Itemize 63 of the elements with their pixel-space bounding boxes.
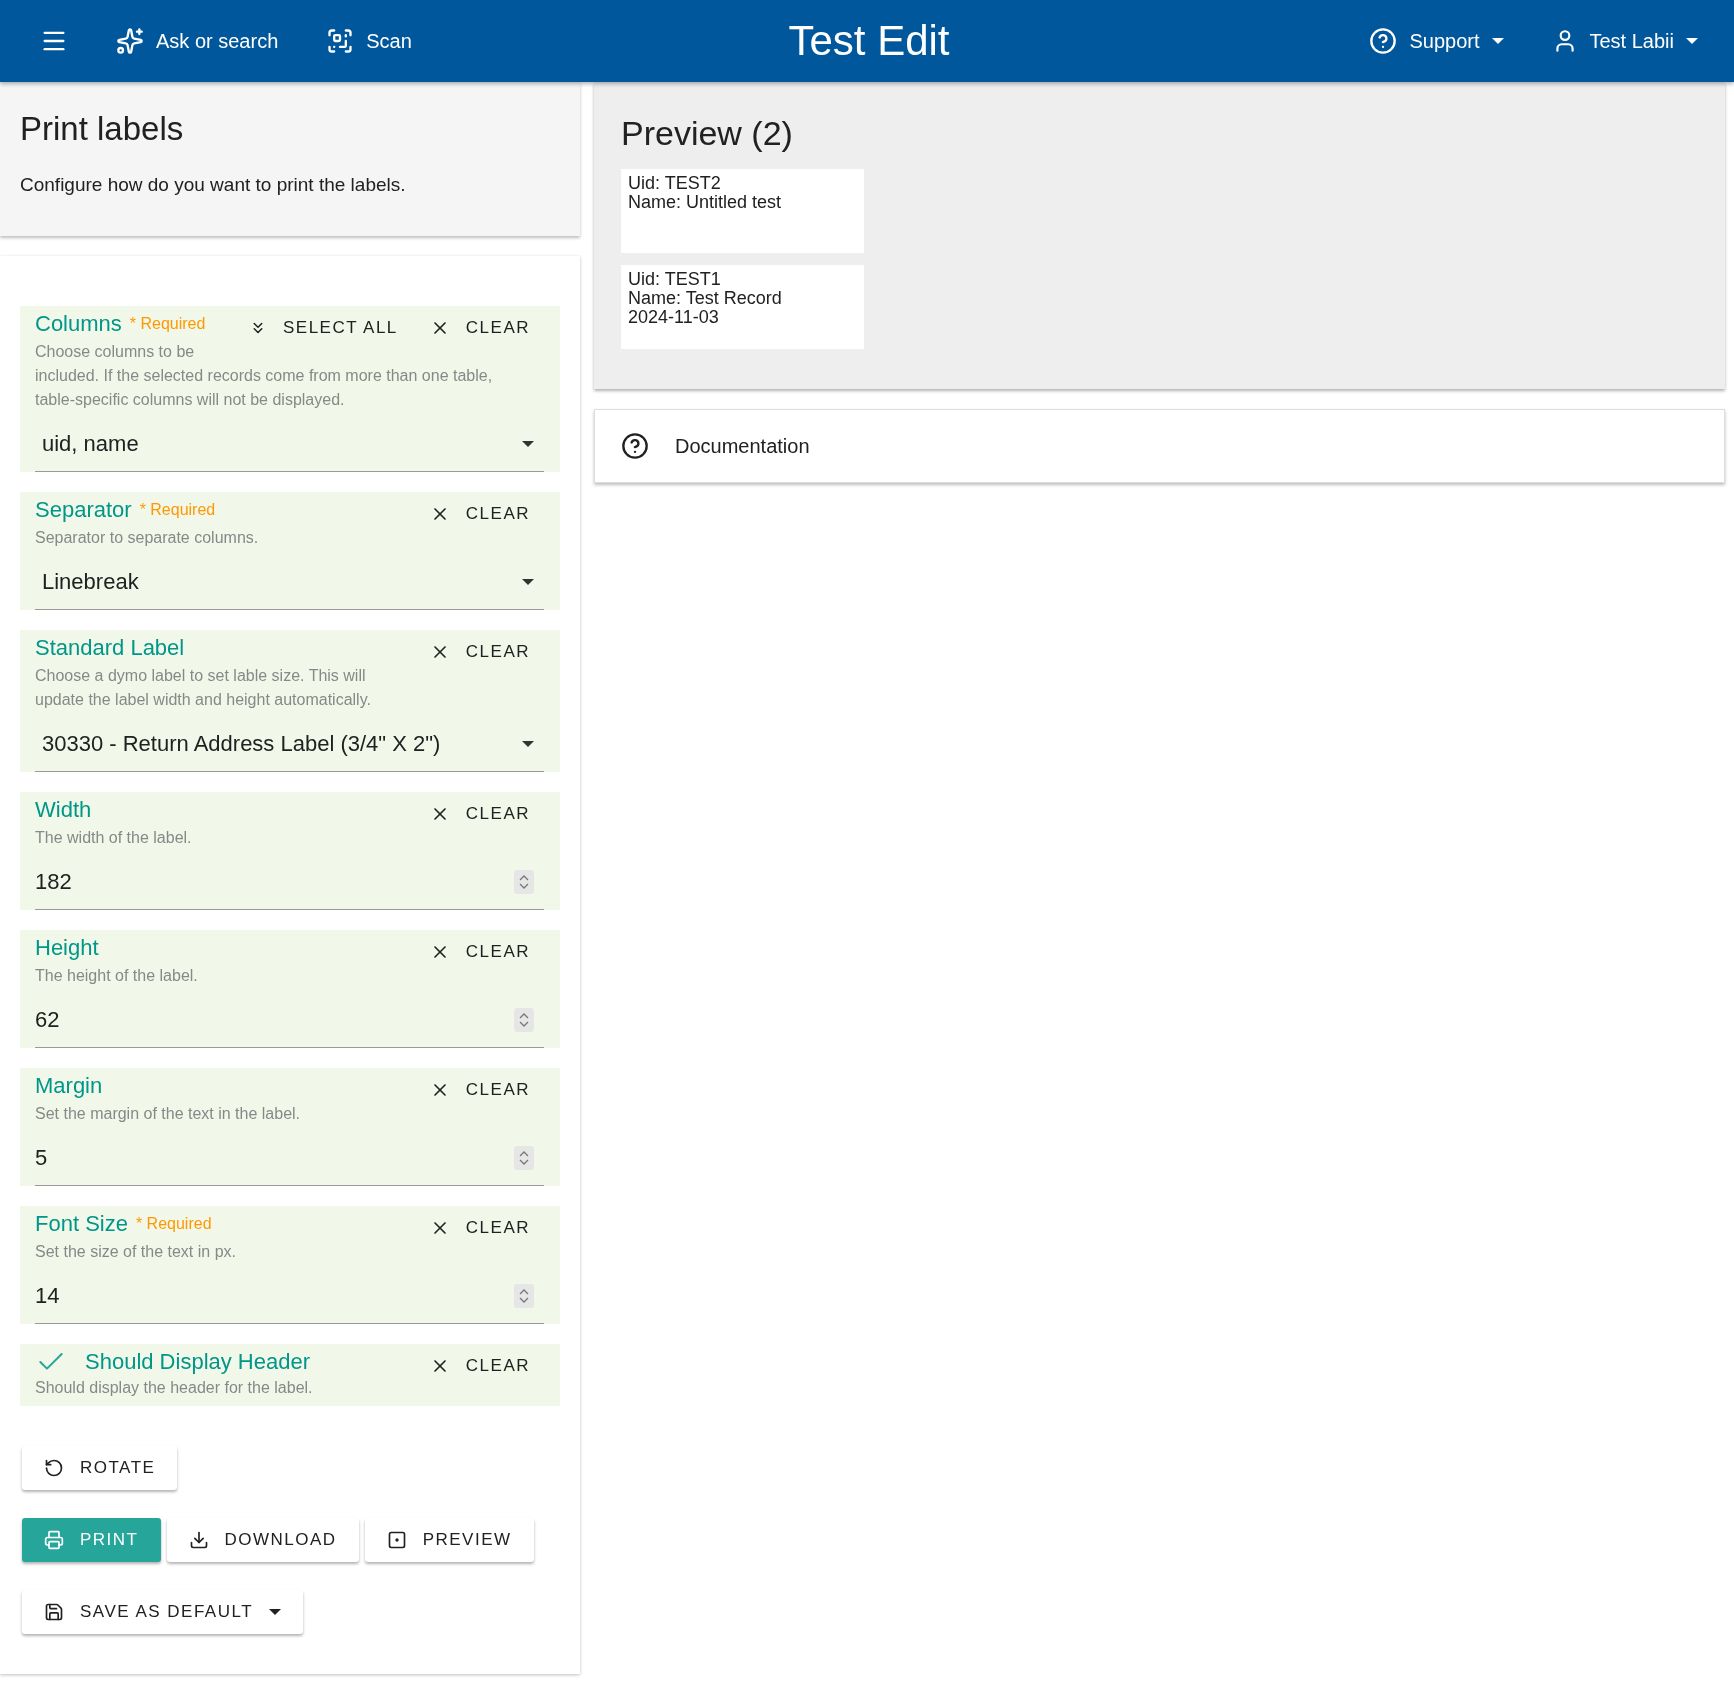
- select-field[interactable]: uid, name: [35, 416, 544, 472]
- clear-button[interactable]: CLEAR: [415, 634, 544, 670]
- support-menu[interactable]: Support: [1369, 27, 1504, 55]
- user-menu[interactable]: Test Labii: [1551, 28, 1698, 54]
- preview-title: Preview (2): [621, 114, 794, 153]
- nav-button[interactable]: Scan: [326, 27, 412, 55]
- spinner-icon: [514, 869, 534, 894]
- action-button[interactable]: SAVE AS DEFAULT: [22, 1590, 304, 1634]
- caret-icon: [1686, 38, 1698, 44]
- field-label: Margin: [35, 1073, 103, 1099]
- number-field[interactable]: 62: [35, 992, 544, 1048]
- section-title: Print labels: [20, 110, 185, 148]
- clear-button[interactable]: CLEAR: [415, 796, 544, 832]
- field-help: Choose a dymo label to set lable size. This will update the label width and height automatically.: [35, 666, 372, 710]
- dropdown-caret-icon: [522, 578, 534, 585]
- select-field[interactable]: 30330 - Return Address Label (3/4" X 2"): [35, 716, 544, 772]
- field-label: Separator: [35, 497, 132, 523]
- caret-icon: [1491, 38, 1504, 44]
- field-help: Set the size of the text in px.: [35, 1242, 237, 1262]
- select-field[interactable]: Linebreak: [35, 554, 544, 610]
- field-help: The height of the label.: [35, 966, 199, 986]
- number-field[interactable]: 14: [35, 1268, 544, 1324]
- field-help: Separator to separate columns.: [35, 528, 260, 548]
- clear-button[interactable]: CLEAR: [415, 934, 544, 970]
- number-field[interactable]: 182: [35, 854, 544, 910]
- required-note: * Required: [129, 315, 206, 333]
- rotate-icon: [44, 1458, 64, 1478]
- scan-icon: [326, 27, 355, 55]
- field-label: Columns: [35, 311, 122, 337]
- spinner-icon: [514, 1007, 534, 1032]
- action-button[interactable]: ROTATE: [22, 1446, 178, 1490]
- field-label: Width: [35, 797, 92, 823]
- clear-button[interactable]: CLEAR: [415, 1072, 544, 1108]
- help-icon: [621, 432, 649, 460]
- spinner-icon: [514, 1145, 534, 1170]
- clear-button[interactable]: CLEAR: [415, 1210, 544, 1246]
- field-label: Height: [35, 935, 99, 961]
- download-icon: [188, 1530, 209, 1550]
- action-button[interactable]: DOWNLOAD: [166, 1518, 359, 1562]
- required-note: * Required: [139, 501, 216, 519]
- spinner-icon: [514, 1283, 534, 1308]
- field-help: Should display the header for the label.: [35, 1378, 314, 1398]
- action-button[interactable]: PREVIEW: [364, 1518, 534, 1562]
- printer-icon: [44, 1530, 64, 1550]
- label-preview: Uid: TEST2 Name: Untitled test: [621, 169, 864, 253]
- section-subtitle: Configure how do you want to print the labels.: [20, 174, 407, 196]
- clear-button[interactable]: CLEAR: [415, 1348, 544, 1384]
- help-icon: [1369, 27, 1398, 55]
- page-title: Test Edit: [788, 17, 950, 65]
- field-label: Standard Label: [35, 635, 185, 661]
- sparkle-icon: [116, 27, 144, 55]
- documentation-link[interactable]: Documentation: [594, 409, 1725, 483]
- required-note: * Required: [135, 1215, 212, 1233]
- dropdown-caret-icon: [522, 440, 534, 447]
- field-help: Set the margin of the text in the label.: [35, 1104, 302, 1124]
- number-field[interactable]: 5: [35, 1130, 544, 1186]
- field-help: The width of the label.: [35, 828, 193, 848]
- field-label: Should Display Header: [85, 1349, 311, 1375]
- label-preview: Uid: TEST1 Name: Test Record 2024-11-03: [621, 265, 864, 349]
- nav-button[interactable]: Ask or search: [116, 27, 279, 55]
- clear-button[interactable]: CLEAR: [415, 496, 544, 532]
- field-label: Font Size: [35, 1211, 128, 1237]
- dropdown-caret-icon: [522, 740, 534, 747]
